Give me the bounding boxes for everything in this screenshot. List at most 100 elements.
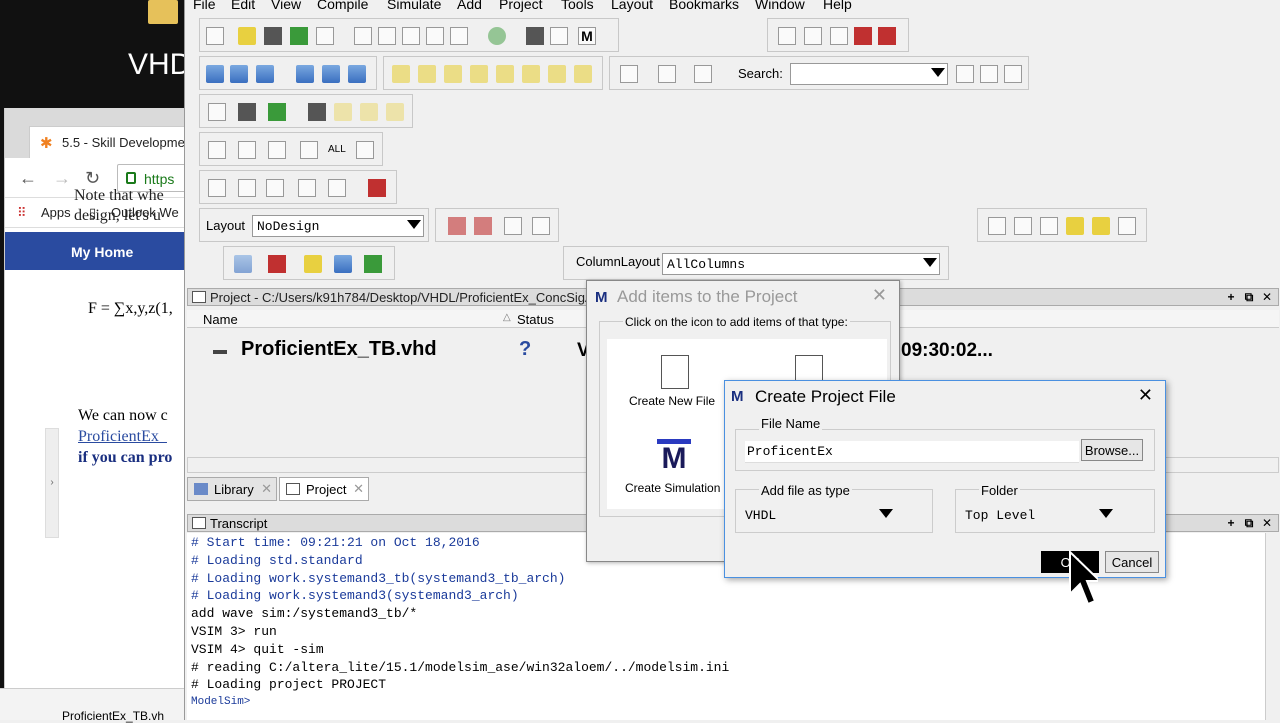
cursor-remove-icon[interactable] — [418, 65, 436, 83]
compile-all-icon[interactable] — [804, 27, 822, 45]
close-icon[interactable]: ✕ — [261, 481, 272, 497]
new-file-icon[interactable] — [661, 355, 689, 389]
filter-output-icon[interactable] — [238, 141, 256, 159]
search-icon[interactable] — [956, 65, 974, 83]
menu-bookmarks[interactable]: Bookmarks — [669, 0, 739, 12]
filter-input-icon[interactable] — [208, 141, 226, 159]
measure-icon[interactable] — [298, 179, 316, 197]
chevron-down-icon[interactable] — [407, 220, 421, 229]
bookmark-apps[interactable]: Apps — [41, 205, 71, 220]
transcript-vscrollbar[interactable] — [1265, 533, 1280, 720]
modelsim-logo-icon[interactable]: M — [578, 27, 596, 45]
menu-help[interactable]: Help — [823, 0, 852, 12]
pan-icon[interactable] — [266, 179, 284, 197]
back-icon[interactable]: ← — [19, 168, 37, 189]
rising-edge-icon[interactable] — [522, 65, 540, 83]
wave-pulse-icon[interactable] — [334, 103, 352, 121]
run-all-icon[interactable] — [334, 255, 352, 273]
layout-select[interactable]: NoDesign — [252, 215, 424, 237]
search-input[interactable] — [790, 63, 948, 85]
cancel-button[interactable]: Cancel — [1105, 551, 1159, 573]
column-name[interactable]: Name — [203, 312, 238, 327]
sort-icon[interactable]: △ — [503, 312, 511, 323]
wave-rise-icon[interactable] — [386, 103, 404, 121]
menu-window[interactable]: Window — [755, 0, 805, 12]
search-options-icon[interactable] — [1004, 65, 1022, 83]
menu-add[interactable]: Add — [457, 0, 482, 12]
close-icon[interactable]: ✕ — [353, 481, 364, 497]
zoom-range-icon[interactable] — [1118, 217, 1136, 235]
zoom-out-icon[interactable] — [1014, 217, 1032, 235]
zoom-in-icon[interactable] — [988, 217, 1006, 235]
my-home-link[interactable]: My Home — [71, 244, 133, 260]
expand-icon[interactable] — [620, 65, 638, 83]
split-icon[interactable] — [368, 179, 386, 197]
search-next-icon[interactable] — [980, 65, 998, 83]
ruler-icon[interactable] — [328, 179, 346, 197]
zoom-cursor-icon[interactable] — [1066, 217, 1084, 235]
close-icon[interactable]: ✕ — [1138, 385, 1153, 406]
bookmark-list-icon[interactable] — [504, 217, 522, 235]
browse-button[interactable]: Browse... — [1081, 439, 1143, 461]
cut-icon[interactable] — [354, 27, 372, 45]
wave-event-icon[interactable] — [268, 103, 286, 121]
restart-icon[interactable] — [234, 255, 252, 273]
step-into-icon[interactable] — [296, 65, 314, 83]
bookmark-prev-icon[interactable] — [448, 217, 466, 235]
filter-internal-icon[interactable] — [300, 141, 318, 159]
copy-icon[interactable] — [378, 27, 396, 45]
compile-icon[interactable] — [778, 27, 796, 45]
open-icon[interactable] — [238, 27, 256, 45]
break-run-icon[interactable] — [364, 255, 382, 273]
folder-select[interactable]: Top Level — [961, 505, 1115, 527]
close-icon[interactable]: ✕ — [872, 285, 887, 306]
menu-edit[interactable]: Edit — [231, 0, 255, 12]
edge-search-icon[interactable] — [548, 65, 566, 83]
select-icon[interactable] — [208, 179, 226, 197]
falling-edge-icon[interactable] — [496, 65, 514, 83]
grid-icon[interactable] — [830, 27, 848, 45]
new-file-icon[interactable] — [206, 27, 224, 45]
folder-icon[interactable] — [148, 0, 178, 24]
cursor-add-icon[interactable] — [392, 65, 410, 83]
edge-next-icon[interactable] — [470, 65, 488, 83]
create-simulation-label[interactable]: Create Simulation — [625, 481, 720, 495]
break-icon[interactable] — [854, 27, 872, 45]
filter-all-label[interactable]: ALL — [328, 144, 346, 155]
undo-icon[interactable] — [426, 27, 444, 45]
filter-icon[interactable] — [694, 65, 712, 83]
run-length-icon[interactable] — [268, 255, 286, 273]
step-over-icon[interactable] — [230, 65, 248, 83]
close-icon[interactable]: ✕ — [1261, 291, 1273, 303]
wave-analog-icon[interactable] — [308, 103, 326, 121]
edge-clear-icon[interactable] — [574, 65, 592, 83]
tab-library[interactable]: Library ✕ — [187, 477, 277, 501]
filter-inout-icon[interactable] — [268, 141, 286, 159]
menu-simulate[interactable]: Simulate — [387, 0, 441, 12]
menu-view[interactable]: View — [271, 0, 301, 12]
type-select[interactable]: VHDL — [741, 505, 895, 527]
bookmark-next-icon[interactable] — [474, 217, 492, 235]
zoom-area-icon[interactable] — [238, 179, 256, 197]
page-link[interactable]: ProficientEx_ — [78, 426, 188, 447]
zoom-full-icon[interactable] — [1040, 217, 1058, 235]
edge-prev-icon[interactable] — [444, 65, 462, 83]
file-name-input[interactable] — [745, 441, 1079, 463]
chevron-down-icon[interactable] — [1099, 509, 1113, 518]
structure-icon[interactable] — [550, 27, 568, 45]
menu-layout[interactable]: Layout — [611, 0, 653, 12]
filter-clear-icon[interactable] — [356, 141, 374, 159]
tab-project[interactable]: Project ✕ — [279, 477, 369, 501]
step-icon[interactable] — [206, 65, 224, 83]
add-icon[interactable] — [488, 27, 506, 45]
chevron-down-icon[interactable] — [923, 258, 937, 267]
close-icon[interactable]: ✕ — [1261, 517, 1273, 529]
print-icon[interactable] — [316, 27, 334, 45]
add-icon[interactable]: + — [1225, 517, 1237, 529]
paste-icon[interactable] — [402, 27, 420, 45]
undock-icon[interactable]: ⧉ — [1243, 291, 1255, 303]
menu-compile[interactable]: Compile — [317, 0, 368, 12]
side-collapse-handle[interactable]: › — [45, 428, 59, 538]
bookmark-clear-icon[interactable] — [532, 217, 550, 235]
undock-icon[interactable]: ⧉ — [1243, 517, 1255, 529]
